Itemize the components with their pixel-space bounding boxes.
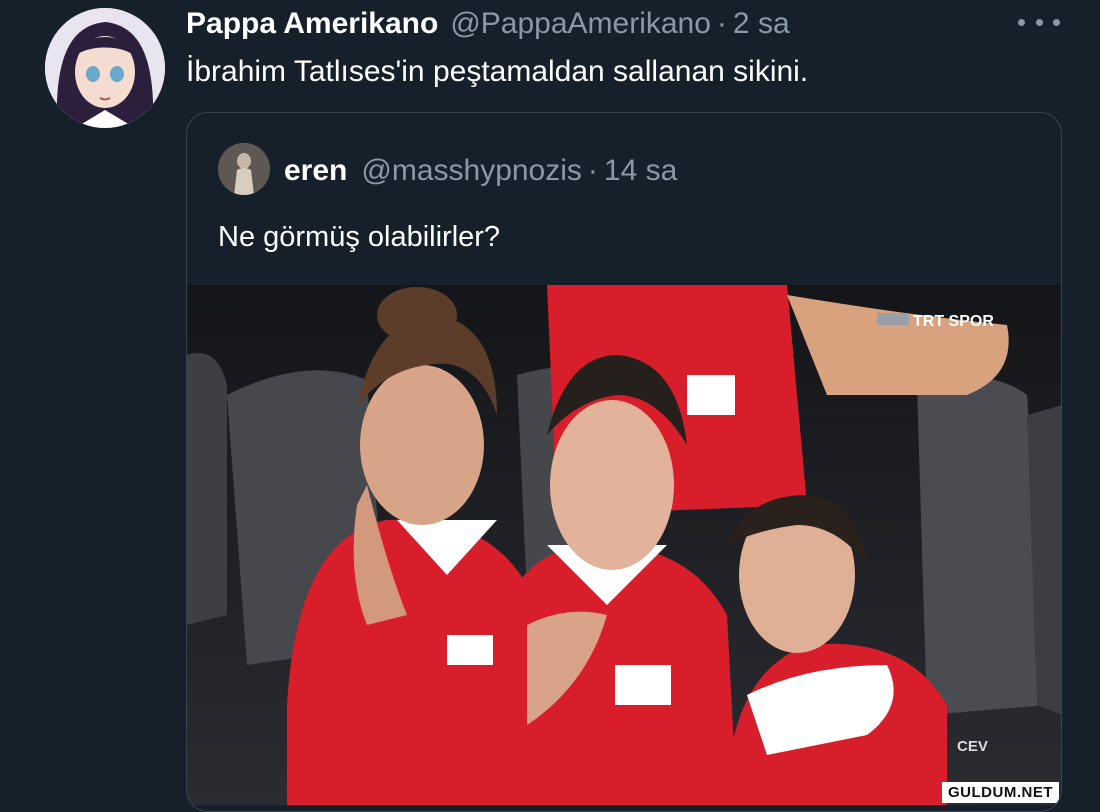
cev-logo: CEV xyxy=(957,738,988,755)
more-horizontal-icon[interactable] xyxy=(1018,10,1060,34)
tweet-media-photo[interactable]: TRT SPOR CEV GULDUM.NET xyxy=(187,285,1061,805)
author-display-name[interactable]: Pappa Amerikano xyxy=(186,7,438,41)
guldum-watermark: GULDUM.NET xyxy=(942,782,1059,803)
separator-dot: · xyxy=(716,7,727,40)
quoted-display-name[interactable]: eren xyxy=(284,154,347,188)
author-handle[interactable]: @PappaAmerikano xyxy=(450,7,711,41)
quoted-avatar-image xyxy=(218,143,270,195)
volleyball-players-photo: TRT SPOR CEV xyxy=(187,285,1061,805)
author-avatar[interactable] xyxy=(45,8,165,128)
quoted-tweet-header: eren @masshypnozis · 14 sa xyxy=(284,153,677,189)
tweet-timestamp[interactable]: 2 sa xyxy=(733,7,790,41)
quoted-tweet-text: Ne görmüş olabilirler? xyxy=(218,221,501,253)
anime-avatar-image xyxy=(45,8,165,128)
quoted-author-avatar[interactable] xyxy=(218,143,270,195)
quoted-handle[interactable]: @masshypnozis xyxy=(361,154,582,188)
quoted-tweet-card[interactable]: eren @masshypnozis · 14 sa Ne görmüş ola… xyxy=(186,112,1062,812)
tweet-text: İbrahim Tatlıses'in peştamaldan sallanan… xyxy=(186,55,809,88)
trt-spor-logo: TRT SPOR xyxy=(913,313,994,330)
tweet-header: Pappa Amerikano @PappaAmerikano · 2 sa xyxy=(186,6,790,42)
quoted-timestamp[interactable]: 14 sa xyxy=(604,154,677,188)
separator-dot: · xyxy=(587,154,598,187)
